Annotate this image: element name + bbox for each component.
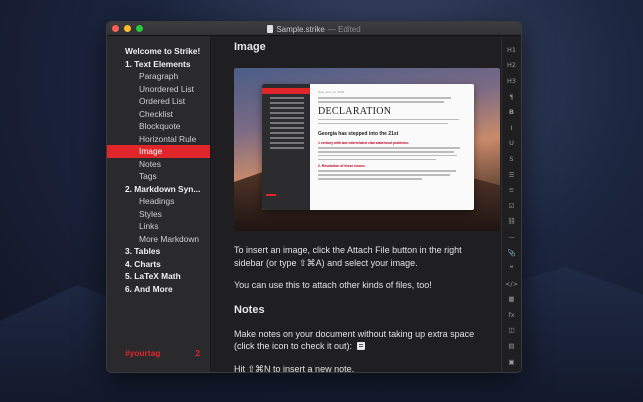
image-mini-date: Date June 13, 2006 (318, 90, 345, 94)
tag-label[interactable]: #yourtag (125, 347, 160, 359)
section-heading-notes: Notes (234, 303, 265, 316)
toc-item[interactable]: Blockquote (107, 120, 210, 133)
more-icon[interactable]: ▣ (503, 354, 521, 370)
editor[interactable]: Image Date June 13, 2006 DECLARATION Geo… (212, 36, 501, 372)
strikethrough-icon[interactable]: S (503, 151, 521, 167)
toc-item[interactable]: 3. Tables (107, 245, 210, 258)
toc-item[interactable]: More Markdown (107, 233, 210, 246)
blockquote-icon[interactable]: ❝ (503, 260, 521, 276)
toc-item[interactable]: 5. LaTeX Math (107, 270, 210, 283)
toc-item[interactable]: Welcome to Strike! (107, 45, 210, 58)
image-app-screenshot: Date June 13, 2006 DECLARATION Georgia h… (262, 84, 474, 210)
image-mini-section2: 2. Resolution of these issues (318, 164, 365, 169)
toc-item[interactable]: Unordered List (107, 83, 210, 96)
document-icon (267, 25, 274, 33)
paragraph-icon[interactable]: ¶ (503, 89, 521, 105)
toc-item[interactable]: Ordered List (107, 95, 210, 108)
heading1-icon[interactable]: H1 (503, 42, 521, 58)
table-icon[interactable]: ▦ (503, 292, 521, 308)
tag-row[interactable]: #yourtag 2 (107, 347, 210, 359)
format-toolbar: H1 H2 H3 ¶ B I U S ☰ ≡ ☑ ⛓ — 📎 ❝ </> ▦ fx ◫ ▤ ▣ (501, 36, 521, 372)
image-mini-subheading: Georgia has stepped into the 21st (318, 131, 399, 138)
paragraph-make-notes: Make notes on your document without taki… (234, 328, 489, 353)
sidebar: Welcome to Strike! 1. Text Elements Paragr… (107, 36, 211, 372)
paragraph-insert-image: To insert an image, click the Attach Fil… (234, 245, 462, 268)
toc-item[interactable]: Checklist (107, 108, 210, 121)
underline-icon[interactable]: U (503, 136, 521, 152)
section-heading-image: Image (234, 41, 266, 53)
toc-item[interactable]: Image (107, 145, 210, 158)
tag-count: 2 (195, 348, 200, 358)
attach-file-icon[interactable]: 📎 (503, 245, 521, 261)
toc-item[interactable]: Links (107, 220, 210, 233)
title-bar[interactable]: Sample.strike — Edited (107, 22, 521, 36)
toc-item[interactable]: Headings (107, 195, 210, 208)
paragraph-make-notes-text: Make notes on your document without taki… (234, 328, 475, 352)
toc-item[interactable]: Paragraph (107, 70, 210, 83)
unordered-list-icon[interactable]: ☰ (503, 167, 521, 183)
ordered-list-icon[interactable]: ≡ (503, 182, 521, 198)
toc-item[interactable]: 1. Text Elements (107, 58, 210, 71)
toc-item[interactable]: 4. Charts (107, 258, 210, 271)
link-icon[interactable]: ⛓ (503, 214, 521, 230)
bold-icon[interactable]: B (503, 104, 521, 120)
heading2-icon[interactable]: H2 (503, 58, 521, 74)
image-mini-document: Date June 13, 2006 DECLARATION Georgia h… (318, 90, 466, 180)
toc-item[interactable]: 2. Markdown Syn... (107, 183, 210, 196)
note-icon[interactable]: ▤ (503, 338, 521, 354)
toc-item[interactable]: Tags (107, 170, 210, 183)
app-window: Sample.strike — Edited Welcome to Strike… (106, 21, 522, 373)
table-of-contents: Welcome to Strike! 1. Text Elements Paragr… (107, 36, 210, 295)
math-icon[interactable]: fx (503, 307, 521, 323)
horizontal-rule-icon[interactable]: — (503, 229, 521, 245)
embedded-image[interactable]: Date June 13, 2006 DECLARATION Georgia h… (234, 68, 500, 231)
window-title-text: Sample.strike (276, 24, 325, 34)
note-icon[interactable] (356, 342, 365, 350)
paragraph-insert-note: Hit ⇧⌘N to insert a new note. (234, 363, 355, 373)
window-title: Sample.strike — Edited (107, 22, 521, 36)
heading3-icon[interactable]: H3 (503, 73, 521, 89)
edited-status: — Edited (327, 24, 361, 34)
italic-icon[interactable]: I (503, 120, 521, 136)
code-icon[interactable]: </> (503, 276, 521, 292)
chart-icon[interactable]: ◫ (503, 323, 521, 339)
checklist-icon[interactable]: ☑ (503, 198, 521, 214)
image-mini-heading: DECLARATION (318, 105, 392, 117)
toc-item[interactable]: Styles (107, 208, 210, 221)
image-mini-sidebar (262, 84, 310, 210)
toc-item[interactable]: Notes (107, 158, 210, 171)
image-mini-section1: 1 century with two interrelated vital st… (318, 141, 410, 146)
toc-item[interactable]: 6. And More (107, 283, 210, 296)
paragraph-attach-files: You can use this to attach other kinds o… (234, 280, 432, 290)
toc-item[interactable]: Horizontal Rule (107, 133, 210, 146)
